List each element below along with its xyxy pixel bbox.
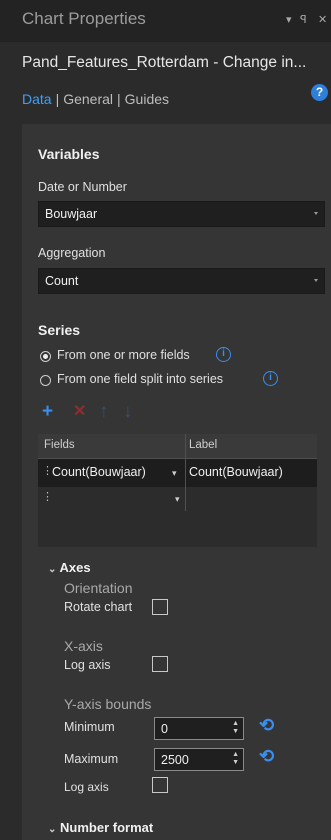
series-label-cell[interactable]: Count(Bouwjaar) [189,465,283,479]
chevron-down-icon: ⌄ [48,564,57,575]
label-column-header[interactable]: Label [189,439,217,451]
minimum-label: Minimum [64,720,115,734]
help-icon[interactable]: ? [311,84,328,101]
aggregation-value: Count [45,274,79,288]
pane-title: Chart Properties [22,9,146,28]
chevron-down-icon: ⌄ [48,824,57,835]
x-axis-label: X-axis [64,638,103,654]
drag-handle-icon[interactable]: ⋮ [42,490,53,503]
column-divider [185,434,186,511]
tab-general[interactable]: General [63,91,113,107]
minimum-input[interactable]: 0 ▲ ▼ [154,717,244,740]
date-or-number-dropdown[interactable]: Bouwjaar [38,201,325,227]
aggregation-dropdown[interactable]: Count [38,268,325,294]
grid-header: Fields Label [38,434,317,459]
y-log-axis-checkbox[interactable] [152,777,168,793]
number-format-heading: Number format [60,820,154,835]
table-row[interactable]: ⋮ ▾ [38,487,317,511]
axes-section-toggle[interactable]: ⌄ Axes [48,560,91,575]
reset-maximum-icon[interactable]: ⟲ [259,746,274,767]
maximum-label: Maximum [64,752,119,766]
chevron-down-icon [314,212,318,215]
series-grid: Fields Label ⋮ Count(Bouwjaar) ▾ Count(B… [38,434,317,547]
number-format-section-toggle[interactable]: ⌄ Number format [48,820,153,835]
x-log-axis-label: Log axis [64,658,111,672]
minimum-value: 0 [161,722,168,736]
axes-heading: Axes [59,560,91,575]
series-option-fields-radio[interactable] [40,351,51,362]
rotate-chart-checkbox[interactable] [152,599,168,615]
pane-menu-icon[interactable]: ▾ [286,13,292,26]
tab-strip: Data | General | Guides [22,91,169,107]
maximum-value: 2500 [161,753,189,767]
close-icon[interactable]: ✕ [318,13,327,26]
chevron-down-icon [314,279,318,282]
reset-minimum-icon[interactable]: ⟲ [259,715,274,736]
date-or-number-value: Bouwjaar [45,207,98,221]
info-icon[interactable]: i [263,371,278,386]
x-log-axis-checkbox[interactable] [152,656,168,672]
aggregation-label: Aggregation [38,246,106,260]
spinner-arrows-icon[interactable]: ▲ ▼ [232,720,239,736]
table-row[interactable]: ⋮ Count(Bouwjaar) ▾ Count(Bouwjaar) [38,459,317,487]
fields-column-header[interactable]: Fields [44,439,75,451]
add-series-icon[interactable]: + [42,401,53,423]
variables-heading: Variables [38,146,100,162]
remove-series-icon[interactable]: ✕ [73,401,86,421]
orientation-label: Orientation [64,580,133,596]
series-field-cell[interactable]: Count(Bouwjaar) [52,465,146,479]
tab-data[interactable]: Data [22,91,52,107]
spinner-arrows-icon[interactable]: ▲ ▼ [232,751,239,767]
date-or-number-label: Date or Number [38,180,127,194]
series-heading: Series [38,322,81,338]
series-option-fields-label[interactable]: From one or more fields [57,348,190,362]
chevron-down-icon[interactable]: ▾ [172,468,177,479]
y-axis-bounds-label: Y-axis bounds [64,696,152,712]
pin-icon[interactable]: ꟼ [300,13,307,26]
series-option-split-radio[interactable] [40,375,51,386]
maximum-input[interactable]: 2500 ▲ ▼ [154,748,244,771]
chevron-down-icon[interactable]: ▾ [175,494,180,505]
tab-separator: | [55,91,60,107]
info-icon[interactable]: i [216,347,231,362]
move-up-icon[interactable]: ↑ [99,401,109,423]
move-down-icon[interactable]: ↓ [123,401,133,423]
series-option-split-label[interactable]: From one field split into series [57,372,223,386]
rotate-chart-label: Rotate chart [64,600,133,614]
y-log-axis-label: Log axis [64,780,109,794]
tab-separator: | [117,91,121,107]
tab-guides[interactable]: Guides [125,91,169,107]
chart-name: Pand_Features_Rotterdam - Change in... [22,54,307,71]
